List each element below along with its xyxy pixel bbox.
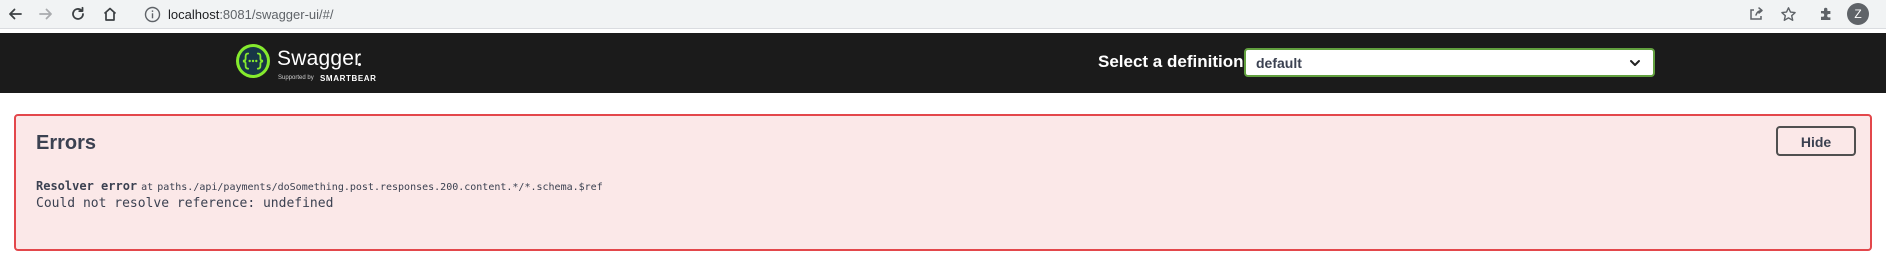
extensions-button[interactable]: [1816, 4, 1836, 24]
back-arrow-icon: [9, 8, 22, 20]
reload-button[interactable]: [67, 3, 89, 25]
hide-errors-button[interactable]: Hide: [1776, 126, 1856, 156]
share-button[interactable]: [1746, 4, 1766, 24]
browser-toolbar: localhost:8081/swagger-ui/#/ Z: [0, 0, 1886, 29]
home-icon: [103, 7, 117, 21]
url-host: localhost: [168, 7, 220, 22]
url-text[interactable]: localhost:8081/swagger-ui/#/: [168, 7, 334, 22]
forward-button[interactable]: [35, 3, 57, 25]
forward-arrow-icon: [39, 8, 52, 20]
url-path: :8081/swagger-ui/#/: [219, 7, 334, 22]
trademark-dot: [358, 63, 361, 66]
address-bar[interactable]: localhost:8081/swagger-ui/#/: [134, 2, 1796, 27]
puzzle-icon: [1820, 7, 1830, 20]
logo-smartbear: SMARTBEAR: [320, 74, 377, 83]
error-message: Could not resolve reference: undefined: [36, 196, 334, 211]
reload-icon: [72, 6, 84, 20]
star-icon: [1780, 6, 1796, 21]
error-item: Resolver error at paths./api/payments/doSo…: [36, 177, 603, 195]
error-path: paths./api/payments/doSomething.post.res…: [157, 182, 603, 193]
error-type: Resolver error: [36, 179, 138, 193]
definition-select-value: default: [1256, 55, 1302, 71]
error-at-label: at: [141, 182, 154, 193]
select-definition-label: Select a definition: [1098, 52, 1244, 71]
chevron-down-icon: [1630, 60, 1640, 66]
home-button[interactable]: [99, 3, 121, 25]
share-icon: [1750, 7, 1763, 20]
site-info-icon[interactable]: [144, 6, 161, 23]
logo-supported-by: Supported by: [278, 75, 314, 81]
bookmark-button[interactable]: [1778, 4, 1798, 24]
errors-title: Errors: [36, 132, 97, 154]
definition-select[interactable]: default: [1244, 48, 1655, 77]
back-button[interactable]: [4, 3, 26, 25]
swagger-logo-icon[interactable]: [236, 44, 270, 78]
profile-avatar[interactable]: Z: [1847, 3, 1869, 25]
swagger-topbar: Swagger Supported by SMARTBEAR Select a …: [0, 33, 1886, 93]
swagger-logo-text[interactable]: Swagger: [277, 47, 361, 71]
errors-panel: Errors Hide Resolver error at paths./api/p…: [14, 114, 1872, 251]
